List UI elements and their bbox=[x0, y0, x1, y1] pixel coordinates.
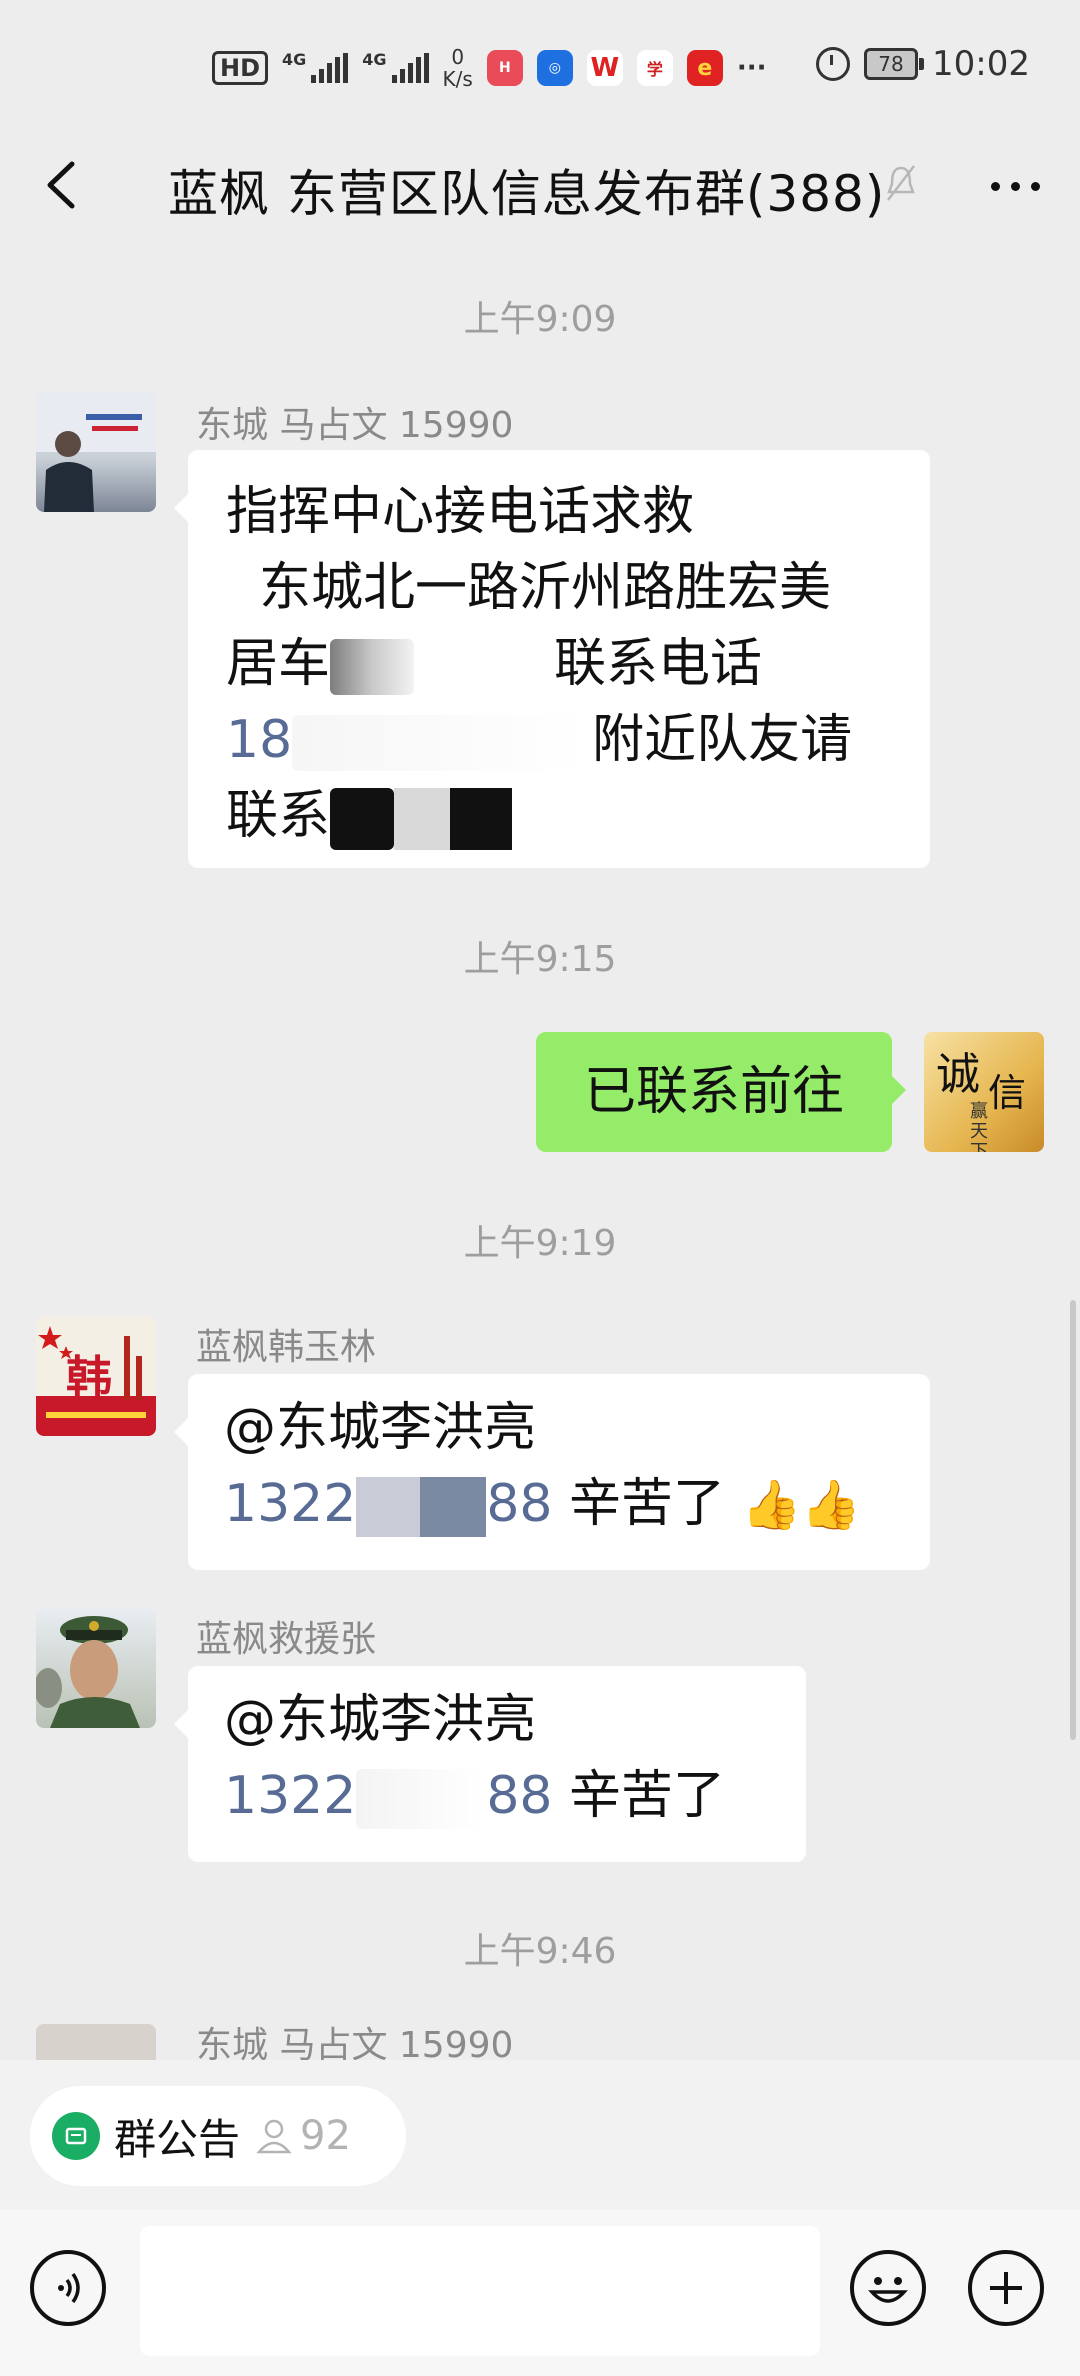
avatar[interactable] bbox=[36, 1608, 156, 1728]
phone-link: 88 bbox=[486, 1474, 553, 1534]
member-count: 92 bbox=[254, 2113, 351, 2159]
message-text-part: 联系电话 bbox=[554, 634, 763, 694]
more-options-button[interactable] bbox=[991, 182, 1040, 191]
message-text-part: 辛苦了 bbox=[569, 1766, 726, 1826]
chat-title: 蓝枫 东营区队信息发布群(388) bbox=[168, 165, 886, 223]
bulb-app-icon: ◎ bbox=[536, 50, 573, 86]
signal-icon: 4G bbox=[282, 52, 349, 83]
plus-icon bbox=[990, 2272, 1022, 2304]
sender-name: 蓝枫救援张 bbox=[196, 1619, 377, 1660]
announcement-label: 群公告 bbox=[114, 2114, 241, 2164]
message-bubble[interactable]: @东城李洪亮 1322 88 辛苦了 bbox=[174, 1666, 806, 1862]
sender-name: 东城 马占文 15990 bbox=[196, 405, 514, 446]
message-text: 1322 88 辛苦了 👍👍 bbox=[224, 1466, 894, 1543]
hd-badge: HD bbox=[212, 51, 269, 85]
message-input[interactable] bbox=[140, 2226, 820, 2356]
redacted-block bbox=[330, 639, 415, 695]
avatar-character: 韩 bbox=[66, 1351, 112, 1405]
message-text-part: 辛苦了 bbox=[569, 1474, 726, 1534]
message-text: @东城李洪亮 bbox=[224, 1398, 537, 1458]
voice-icon bbox=[58, 2272, 80, 2304]
mute-bell-icon bbox=[887, 165, 915, 201]
timestamp: 上午9:19 bbox=[463, 1223, 617, 1264]
battery-icon: 78 bbox=[864, 48, 925, 80]
thumbs-up-icon: 👍 bbox=[801, 1477, 862, 1533]
emoji-button[interactable] bbox=[850, 2250, 926, 2326]
member-count-value: 92 bbox=[300, 2113, 351, 2159]
browser-app-icon: e bbox=[686, 50, 723, 86]
phone-link: 1322 bbox=[224, 1766, 357, 1826]
chat-header: 蓝枫 东营区队信息发布群(388) bbox=[0, 130, 1080, 240]
phone-link: 88 bbox=[486, 1766, 553, 1826]
scrollbar[interactable] bbox=[1070, 1300, 1076, 1740]
redacted-block bbox=[394, 788, 451, 850]
study-app-icon: 学 bbox=[636, 50, 673, 86]
message-text: 指挥中心接电话求救 bbox=[226, 482, 695, 542]
timestamp: 上午9:46 bbox=[463, 1931, 617, 1972]
group-announcement-button[interactable]: 群公告 92 bbox=[30, 2086, 406, 2186]
smiley-icon bbox=[868, 2277, 908, 2303]
sender-name: 蓝枫韩玉林 bbox=[196, 1327, 377, 1368]
message-text-part: 附近队友请 bbox=[592, 710, 853, 770]
avatar[interactable]: 韩 bbox=[36, 1316, 156, 1436]
announcement-icon bbox=[52, 2112, 100, 2160]
message-text: 居车 联系电话 bbox=[226, 626, 894, 702]
avatar-character: 信 bbox=[988, 1071, 1027, 1115]
message-text: 18 附近队友请 bbox=[226, 702, 894, 778]
wps-app-icon: W bbox=[586, 50, 623, 86]
alarm-icon bbox=[816, 47, 851, 81]
huawei-app-icon: H bbox=[486, 50, 523, 86]
timestamp: 上午9:09 bbox=[463, 299, 617, 340]
message-text: 已联系前往 bbox=[583, 1062, 844, 1122]
message-text-part: 联系 bbox=[226, 786, 331, 846]
redacted-block bbox=[356, 1477, 421, 1537]
message-text: @东城李洪亮 bbox=[224, 1690, 537, 1750]
avatar[interactable] bbox=[36, 2024, 156, 2060]
more-notifications: ··· bbox=[736, 53, 767, 83]
signal-icon-2: 4G bbox=[362, 52, 429, 83]
soldier-photo-icon bbox=[36, 1616, 140, 1728]
thumbs-up-icon: 👍 bbox=[741, 1477, 802, 1533]
message-bubble[interactable]: @东城李洪亮 1322 88 辛苦了 👍👍 bbox=[174, 1374, 930, 1570]
redacted-block bbox=[292, 715, 593, 771]
status-bar: HD 4G 4G 0 K/s H ◎ W 学 e ··· 78 10:02 bbox=[0, 0, 1080, 130]
avatar-character: 诚 bbox=[936, 1049, 980, 1100]
avatar-subtitle: 赢天下 bbox=[970, 1101, 988, 1153]
redacted-block bbox=[420, 1477, 487, 1537]
voice-input-button[interactable] bbox=[30, 2250, 106, 2326]
redacted-block bbox=[450, 788, 513, 850]
message-text-part: 居车 bbox=[226, 634, 331, 694]
redacted-block bbox=[356, 1769, 487, 1829]
more-functions-button[interactable] bbox=[968, 2250, 1044, 2326]
message-bubble[interactable]: 已联系前往 bbox=[536, 1032, 906, 1152]
phone-link: 18 bbox=[226, 710, 293, 770]
message-text: 1322 88 辛苦了 bbox=[224, 1758, 770, 1834]
message-bubble[interactable]: 指挥中心接电话求救 东城北一路沂州路胜宏美 居车 联系电话 18 附近队友请 联系 bbox=[174, 450, 930, 868]
back-arrow-icon[interactable] bbox=[42, 160, 82, 210]
message-text: 联系 bbox=[226, 778, 894, 854]
phone-link: 1322 bbox=[224, 1474, 357, 1534]
message-text: 东城北一路沂州路胜宏美 bbox=[226, 558, 832, 618]
person-icon bbox=[256, 2119, 292, 2154]
network-speed: 0 K/s bbox=[442, 45, 473, 91]
clock: 10:02 bbox=[932, 44, 1030, 84]
timestamp: 上午9:15 bbox=[463, 939, 617, 980]
sender-name: 东城 马占文 15990 bbox=[196, 2026, 514, 2062]
avatar[interactable]: 诚 信 赢天下 bbox=[924, 1032, 1044, 1152]
avatar[interactable] bbox=[36, 392, 156, 512]
person-photo-icon bbox=[36, 392, 156, 512]
redacted-block bbox=[330, 788, 395, 850]
